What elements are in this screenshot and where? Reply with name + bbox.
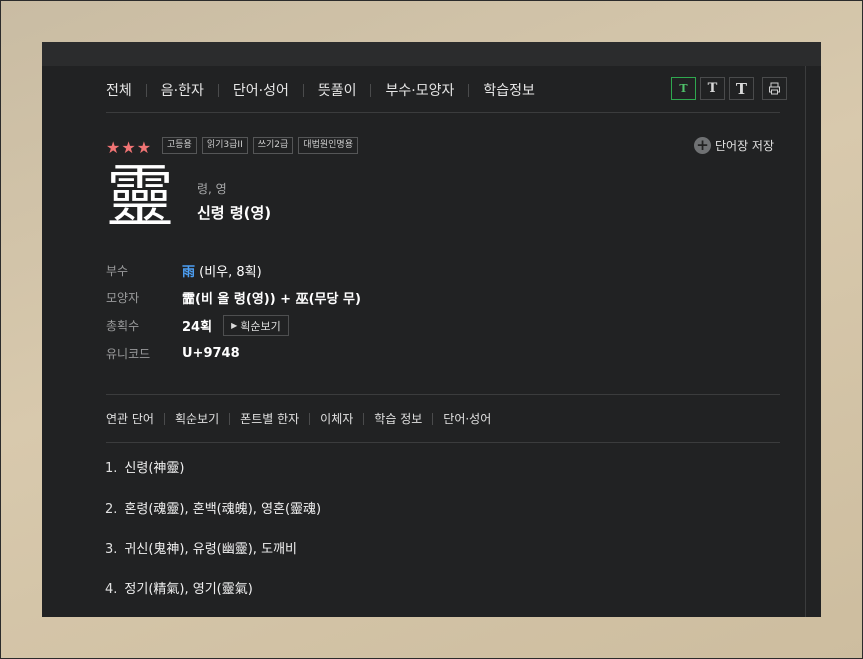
tab-divider	[145, 83, 147, 97]
headword-hanja: 靈	[106, 158, 175, 237]
subtab-stroke-order[interactable]: 획순보기	[175, 410, 219, 427]
save-to-wordbook-button[interactable]: + 단어장 저장	[694, 137, 774, 154]
strokes-value: 24획	[182, 320, 213, 335]
subtab-divider	[229, 412, 231, 425]
list-number: 1.	[105, 461, 118, 476]
tab-divider	[217, 83, 219, 97]
badge-name-use: 대법원인명용	[298, 137, 358, 154]
list-number: 3.	[105, 542, 118, 557]
tab-divider	[370, 83, 372, 97]
tab-definitions[interactable]: 뜻풀이	[318, 80, 357, 100]
list-number: 4.	[105, 582, 118, 597]
headword-meaning: 신령 령(영)	[197, 204, 272, 222]
tab-study-info[interactable]: 학습정보	[483, 80, 535, 100]
badge-reading-grade: 읽기3급II	[201, 137, 248, 154]
unicode-value: U+9748	[182, 346, 240, 361]
info-strokes-row: 총획수 24획 ▶ 획순보기	[106, 315, 289, 336]
subtab-fonts[interactable]: 폰트별 한자	[240, 410, 299, 427]
unicode-label: 유니코드	[106, 347, 151, 361]
font-size-medium-button[interactable]: T	[700, 77, 725, 100]
font-size-controls: T T T	[671, 77, 787, 100]
info-radical-row: 부수 雨 (비우, 8획)	[106, 261, 262, 280]
divider	[106, 112, 780, 113]
subtab-variants[interactable]: 이체자	[320, 410, 353, 427]
list-text[interactable]: 정기(精氣), 영기(靈氣)	[124, 582, 252, 597]
divider	[106, 442, 780, 443]
play-icon: ▶	[231, 321, 238, 330]
list-item: 1. 신령(神靈)	[105, 457, 505, 476]
section-tabs: 전체 음·한자 단어·성어 뜻풀이 부수·모양자 학습정보	[106, 80, 535, 100]
font-size-small-button[interactable]: T	[671, 77, 696, 100]
print-button[interactable]	[762, 77, 787, 100]
list-item: 3. 귀신(鬼神), 유령(幽靈), 도깨비	[105, 538, 505, 557]
stroke-order-label: 획순보기	[240, 319, 281, 333]
headword-reading: 령, 영	[197, 182, 227, 196]
list-number: 2.	[105, 502, 118, 517]
stroke-order-button[interactable]: ▶ 획순보기	[223, 315, 289, 336]
subtab-divider	[432, 412, 434, 425]
subtab-related-words[interactable]: 연관 단어	[106, 410, 154, 427]
list-item: 2. 혼령(魂靈), 혼백(魂魄), 영혼(靈魂)	[105, 498, 505, 517]
tab-sound-hanja[interactable]: 음·한자	[161, 80, 204, 100]
shape-label: 모양자	[106, 291, 140, 305]
tab-words-idioms[interactable]: 단어·성어	[233, 80, 289, 100]
badge-writing-grade: 쓰기2급	[252, 137, 294, 154]
font-size-large-button[interactable]: T	[729, 77, 754, 100]
subtab-words-idioms[interactable]: 단어·성어	[443, 410, 491, 427]
top-bar	[42, 42, 821, 66]
scrollbar-track[interactable]	[805, 66, 806, 617]
tab-divider	[468, 83, 470, 97]
dictionary-panel: 전체 음·한자 단어·성어 뜻풀이 부수·모양자 학습정보 T T T ★★★ …	[42, 42, 821, 617]
list-text[interactable]: 혼령(魂靈), 혼백(魂魄), 영혼(靈魂)	[124, 502, 321, 517]
tab-divider	[302, 83, 304, 97]
radical-detail: (비우, 8획)	[195, 265, 262, 280]
shape-value: 霝(비 올 령(영)) + 巫(무당 무)	[182, 292, 361, 307]
info-unicode-row: 유니코드 U+9748	[106, 345, 240, 362]
subtab-divider	[309, 412, 311, 425]
strokes-label: 총획수	[106, 319, 140, 333]
info-shape-row: 모양자 霝(비 올 령(영)) + 巫(무당 무)	[106, 288, 361, 307]
list-text[interactable]: 귀신(鬼神), 유령(幽靈), 도깨비	[124, 542, 297, 557]
detail-tabs: 연관 단어 획순보기 폰트별 한자 이체자 학습 정보 단어·성어	[106, 410, 491, 427]
divider	[106, 394, 780, 395]
list-text[interactable]: 신령(神靈)	[124, 461, 184, 476]
plus-circle-icon: +	[694, 137, 711, 154]
subtab-divider	[163, 412, 165, 425]
tab-radical-shape[interactable]: 부수·모양자	[385, 80, 454, 100]
radical-label: 부수	[106, 264, 129, 278]
badge-highschool: 고등용	[162, 137, 197, 154]
tab-all[interactable]: 전체	[106, 80, 132, 100]
printer-icon	[769, 82, 780, 95]
subtab-divider	[363, 412, 365, 425]
list-item: 4. 정기(精氣), 영기(靈氣)	[105, 578, 505, 597]
radical-link[interactable]: 雨	[182, 265, 195, 280]
importance-stars: ★★★	[106, 138, 153, 157]
grade-badges: 고등용 읽기3급II 쓰기2급 대법원인명용	[162, 137, 358, 154]
save-label: 단어장 저장	[715, 139, 775, 153]
subtab-study-info[interactable]: 학습 정보	[374, 410, 422, 427]
